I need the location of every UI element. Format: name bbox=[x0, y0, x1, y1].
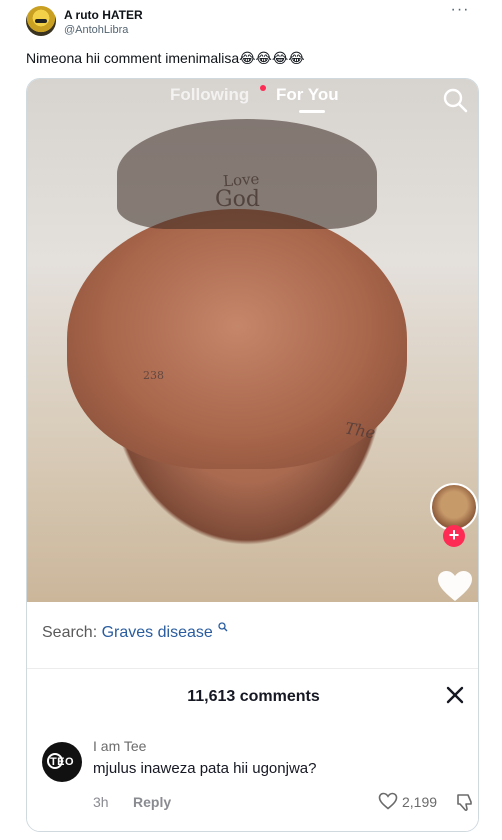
comment-username[interactable]: I am Tee bbox=[93, 738, 146, 754]
tweet-media[interactable]: Love God 238 The Following For You + Sea… bbox=[26, 78, 479, 832]
search-term-link[interactable]: Graves disease bbox=[102, 624, 213, 641]
search-small-icon bbox=[218, 622, 228, 632]
comments-panel: Search: Graves disease 11,613 comments T… bbox=[27, 602, 478, 831]
comment-like-count: 2,199 bbox=[402, 794, 438, 810]
tattoo-text-the: The bbox=[343, 418, 377, 443]
comment-text: mjulus inaweza pata hii ugonjwa? bbox=[93, 760, 317, 777]
active-tab-indicator bbox=[299, 110, 325, 113]
tattoo-text-238: 238 bbox=[143, 369, 164, 382]
divider bbox=[27, 668, 478, 669]
close-icon[interactable] bbox=[444, 684, 466, 706]
reply-button[interactable]: Reply bbox=[133, 794, 171, 810]
heart-outline-icon[interactable] bbox=[378, 792, 398, 810]
notification-dot bbox=[260, 85, 266, 91]
comment-item: TEO I am Tee mjulus inaweza pata hii ugo… bbox=[27, 732, 478, 827]
tweet-header: A ruto HATER @AntohLibra ··· bbox=[0, 0, 502, 46]
comments-count: 11,613 comments bbox=[187, 688, 320, 705]
search-suggestion[interactable]: Search: Graves disease bbox=[42, 622, 228, 642]
video-tabs: Following For You bbox=[27, 85, 478, 113]
tattoo-text-love: Love bbox=[222, 169, 260, 191]
tweet-text: Nimeona hii comment imenimalisa😂😂😂😂 bbox=[26, 50, 305, 66]
search-label: Search: bbox=[42, 624, 98, 641]
user-avatar[interactable] bbox=[26, 6, 56, 36]
commenter-avatar[interactable]: TEO bbox=[42, 742, 82, 782]
search-icon[interactable] bbox=[442, 87, 468, 113]
avatar-logo-ring bbox=[47, 753, 63, 769]
tab-for-you[interactable]: For You bbox=[276, 85, 339, 105]
comment-time: 3h bbox=[93, 794, 109, 810]
tattoo-text-god: God bbox=[215, 187, 260, 212]
user-handle[interactable]: @AntohLibra bbox=[64, 24, 128, 36]
video-frame[interactable]: Love God 238 The Following For You + bbox=[27, 79, 478, 603]
dislike-icon[interactable] bbox=[455, 792, 475, 812]
tab-following[interactable]: Following bbox=[170, 85, 249, 105]
heart-icon[interactable] bbox=[436, 569, 474, 603]
creator-avatar[interactable] bbox=[430, 483, 478, 531]
more-options-button[interactable]: ··· bbox=[448, 2, 472, 24]
display-name[interactable]: A ruto HATER bbox=[64, 8, 143, 22]
follow-plus-icon[interactable]: + bbox=[443, 525, 465, 547]
